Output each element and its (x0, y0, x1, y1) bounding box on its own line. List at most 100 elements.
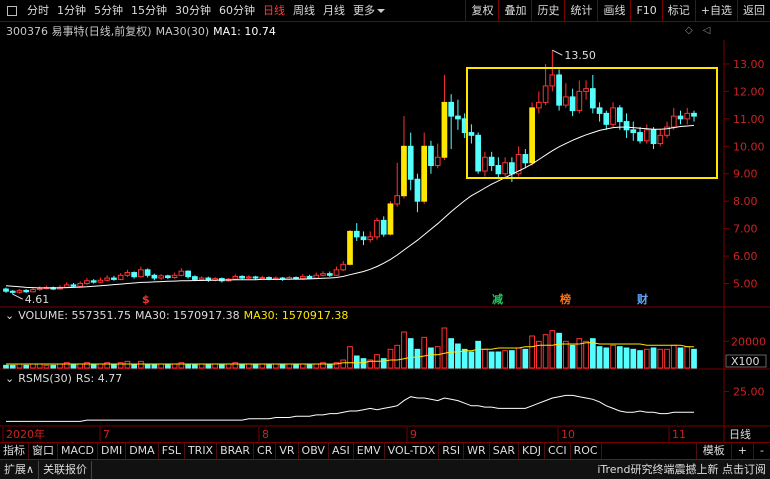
candlestick[interactable] (542, 85, 549, 103)
candlestick[interactable] (340, 263, 347, 271)
volume-bar[interactable] (515, 347, 522, 369)
volume-bar[interactable] (252, 363, 259, 369)
candlestick[interactable] (185, 270, 191, 278)
indicator-tab-18[interactable]: CCI (545, 443, 571, 459)
volume-bar[interactable] (218, 363, 225, 369)
candlestick[interactable] (198, 277, 205, 280)
volume-bar[interactable] (30, 363, 36, 369)
candlestick[interactable] (468, 132, 475, 136)
volume-bar[interactable] (556, 332, 562, 369)
candlestick[interactable] (104, 277, 111, 281)
candlestick[interactable] (326, 273, 333, 276)
volume-bar[interactable] (84, 362, 90, 369)
indicator-tab-9[interactable]: VR (276, 443, 299, 459)
candlestick[interactable] (401, 145, 407, 197)
volume-bar[interactable] (171, 363, 178, 369)
volume-bar[interactable] (306, 363, 313, 369)
candlestick[interactable] (124, 272, 131, 276)
candlestick[interactable] (30, 289, 36, 293)
event-marker[interactable]: $ (142, 293, 150, 306)
volume-bar[interactable] (104, 362, 111, 369)
volume-bar[interactable] (596, 346, 603, 369)
candlestick[interactable] (596, 107, 603, 114)
volume-bar[interactable] (36, 363, 43, 369)
volume-bar[interactable] (97, 363, 104, 369)
volume-bar[interactable] (502, 350, 508, 369)
volume-bar[interactable] (239, 363, 245, 369)
candlestick[interactable] (84, 280, 90, 285)
volume-bar[interactable] (643, 348, 650, 369)
volume-bar[interactable] (198, 363, 205, 369)
volume-bar[interactable] (637, 350, 643, 369)
candlestick[interactable] (171, 274, 178, 278)
candlestick[interactable] (353, 230, 360, 238)
candlestick[interactable] (488, 156, 495, 167)
volume-bar[interactable] (583, 340, 589, 369)
candlestick[interactable] (576, 90, 583, 112)
indicator-tab-4[interactable]: DMA (126, 443, 159, 459)
volume-bar[interactable] (23, 364, 30, 369)
indicator-tab-7[interactable]: BRAR (217, 443, 255, 459)
volume-bar[interactable] (482, 348, 488, 369)
candlestick[interactable] (192, 276, 198, 280)
volume-bar[interactable] (468, 351, 475, 369)
candlestick[interactable] (272, 277, 279, 280)
candlestick[interactable] (252, 276, 259, 279)
volume-bar[interactable] (259, 363, 266, 369)
indicator-tab-19[interactable]: ROC (571, 443, 602, 459)
tab-right-button-1[interactable]: + (730, 442, 753, 459)
candlestick[interactable] (448, 101, 455, 117)
volume-bar[interactable] (475, 340, 482, 369)
indicator-tab-11[interactable]: ASI (329, 443, 354, 459)
volume-bar[interactable] (286, 363, 293, 369)
volume-bar[interactable] (630, 348, 637, 369)
indicator-tab-12[interactable]: EMV (354, 443, 385, 459)
volume-bar[interactable] (509, 350, 515, 369)
candlestick[interactable] (421, 145, 428, 202)
candlestick[interactable] (259, 276, 266, 279)
volume-bar[interactable] (401, 331, 407, 369)
volume-bar[interactable] (522, 348, 529, 369)
candlestick[interactable] (677, 115, 684, 120)
candlestick[interactable] (158, 275, 164, 279)
volume-bar[interactable] (576, 338, 583, 369)
candlestick[interactable] (313, 274, 320, 279)
volume-bar[interactable] (657, 348, 664, 369)
volume-bar[interactable] (266, 363, 272, 369)
indicator-tab-0[interactable]: 指标 (0, 443, 29, 459)
volume-bar[interactable] (279, 363, 286, 369)
volume-bar[interactable] (9, 364, 16, 369)
volume-bar[interactable] (299, 363, 306, 369)
volume-bar[interactable] (421, 336, 428, 369)
volume-bar[interactable] (603, 347, 610, 369)
volume-bar[interactable] (448, 338, 455, 369)
tab-right-button-0[interactable]: 模板 (695, 442, 731, 459)
volume-bar[interactable] (192, 363, 198, 369)
candlestick[interactable] (131, 272, 138, 278)
candlestick[interactable] (320, 273, 326, 276)
volume-bar[interactable] (387, 348, 394, 369)
event-marker[interactable]: 财 (636, 292, 648, 306)
annotation-rectangle[interactable] (466, 67, 718, 179)
candlestick[interactable] (63, 284, 70, 288)
candlestick[interactable] (475, 134, 482, 172)
indicator-tab-13[interactable]: VOL-TDX (385, 443, 440, 459)
kline-chart[interactable]: 13.50 4.61 $ 减 榜 财 13.00 12.00 11.00 10.00 9.00 8.… (0, 0, 770, 479)
candlestick[interactable] (23, 289, 30, 293)
candlestick[interactable] (367, 236, 374, 241)
candlestick[interactable] (16, 289, 23, 293)
indicator-tab-15[interactable]: WR (464, 443, 490, 459)
news-ticker[interactable]: iTrend研究终端震撼上新 点击订阅 (597, 460, 766, 479)
volume-bar[interactable] (185, 363, 191, 369)
candlestick[interactable] (414, 178, 421, 202)
volume-bar[interactable] (57, 363, 63, 369)
candlestick[interactable] (360, 236, 367, 241)
volume-bar[interactable] (320, 362, 326, 369)
volume-bar[interactable] (16, 363, 23, 369)
candlestick[interactable] (178, 270, 185, 276)
candlestick[interactable] (90, 280, 97, 283)
volume-bar[interactable] (353, 355, 360, 369)
volume-bar[interactable] (77, 363, 84, 369)
candlestick[interactable] (495, 165, 502, 175)
indicator-tab-5[interactable]: FSL (159, 443, 185, 459)
